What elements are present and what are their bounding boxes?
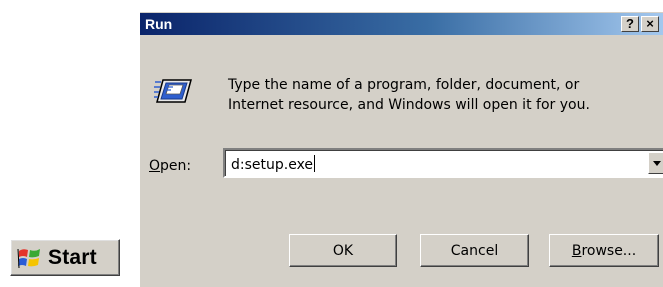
- open-label-text: pen:: [160, 158, 192, 174]
- browse-button[interactable]: Browse...: [549, 234, 659, 267]
- cancel-label: Cancel: [450, 242, 499, 259]
- windows-flag-icon: [17, 248, 40, 268]
- chevron-down-icon: [653, 161, 661, 166]
- ok-label: OK: [332, 242, 354, 259]
- title-bar[interactable]: Run ? ×: [140, 13, 663, 35]
- open-combobox[interactable]: d:setup.exe: [223, 148, 663, 178]
- open-input-value: d:setup.exe: [231, 157, 314, 173]
- dropdown-button[interactable]: [648, 152, 663, 174]
- start-button[interactable]: Start: [10, 239, 120, 276]
- ok-button[interactable]: OK: [289, 234, 397, 267]
- browse-mnemonic: B: [571, 242, 582, 259]
- dialog-title: Run: [145, 16, 173, 32]
- open-label: Open:: [149, 158, 191, 174]
- run-description: Type the name of a program, folder, docu…: [228, 75, 590, 115]
- close-button[interactable]: ×: [641, 16, 659, 32]
- browse-label: rowse...: [581, 242, 637, 259]
- description-line-1: Type the name of a program, folder, docu…: [228, 77, 580, 93]
- run-dialog: Run ? × Type the name of a program, fold…: [139, 12, 663, 287]
- open-input[interactable]: d:setup.exe: [231, 155, 316, 173]
- cancel-button[interactable]: Cancel: [420, 234, 529, 267]
- help-button[interactable]: ?: [621, 16, 639, 32]
- start-label: Start: [48, 245, 97, 269]
- description-line-2: Internet resource, and Windows will open…: [228, 97, 590, 113]
- open-mnemonic: O: [149, 158, 161, 174]
- run-icon: [154, 79, 192, 103]
- text-caret: [314, 155, 316, 172]
